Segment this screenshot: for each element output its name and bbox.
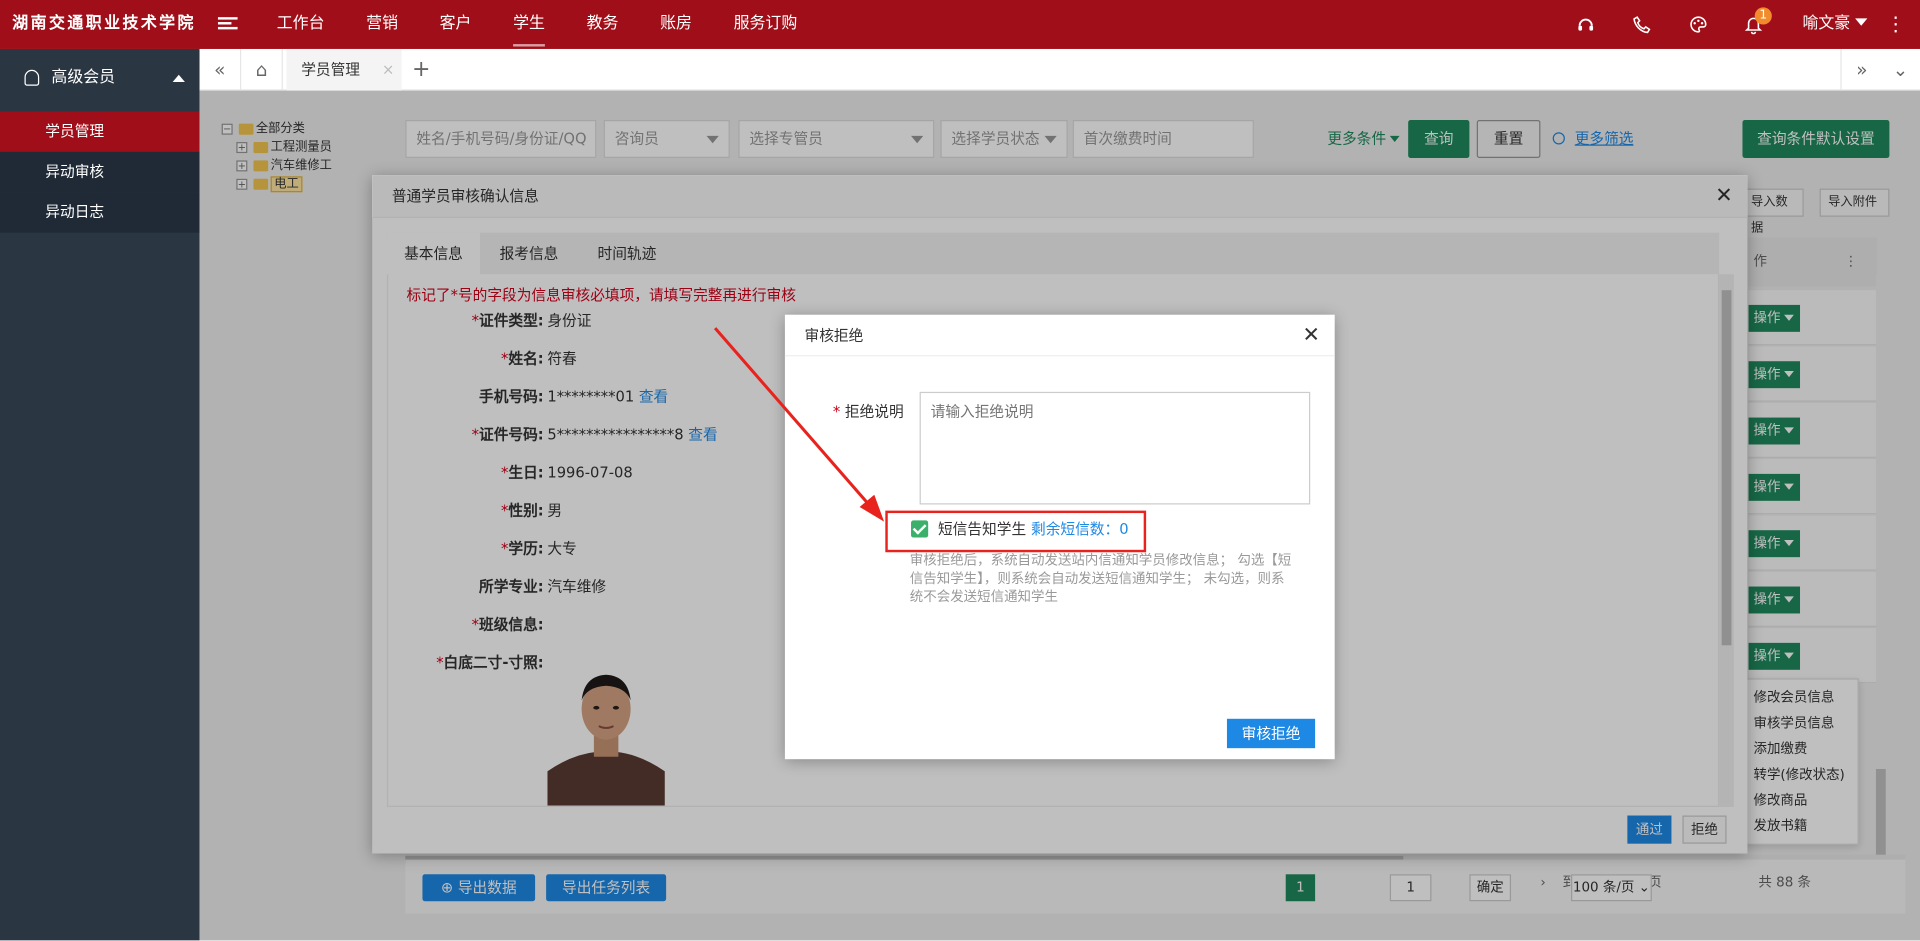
top-navbar: 湖南交通职业技术学院 工作台 营销 客户 学生 教务 账房 服务订购 1 喻文豪… — [0, 0, 1920, 49]
menu-toggle-icon[interactable] — [217, 15, 238, 35]
submit-reject-button[interactable]: 审核拒绝 — [1226, 718, 1316, 749]
close-icon[interactable]: × — [382, 49, 394, 91]
sidebar-item-change-review[interactable]: 异动审核 — [0, 151, 200, 193]
user-icon — [24, 69, 40, 86]
top-nav: 工作台 营销 客户 学生 教务 账房 服务订购 — [277, 0, 839, 49]
reject-hint: 审核拒绝后，系统自动发送站内信通知学员修改信息； 勾选【短信告知学生】，则系统会… — [909, 552, 1292, 605]
nav-accounts[interactable]: 账房 — [660, 0, 692, 49]
sidebar-header[interactable]: 高级会员 — [0, 49, 200, 108]
home-icon[interactable]: ⌂ — [241, 48, 283, 91]
chevron-down-icon[interactable]: ⌄ — [1880, 49, 1920, 91]
close-icon[interactable]: ✕ — [1303, 315, 1320, 357]
phone-icon[interactable] — [1632, 15, 1652, 35]
nav-service-order[interactable]: 服务订购 — [734, 0, 798, 49]
nav-customer[interactable]: 客户 — [440, 0, 472, 49]
tab-label: 学员管理 — [301, 61, 361, 79]
tab-bar: « ⌂ 学员管理 × + » ⌄ — [199, 48, 1920, 91]
modal-header: 审核拒绝 ✕ — [784, 315, 1335, 357]
tab-student-management[interactable]: 学员管理 × — [286, 48, 402, 91]
more-vertical-icon[interactable]: ⋮ — [1886, 0, 1906, 49]
double-chevron-left-icon[interactable]: « — [200, 48, 242, 91]
notification-badge: 1 — [1754, 7, 1772, 25]
chevron-up-icon — [172, 74, 185, 83]
reject-reason-textarea[interactable] — [919, 391, 1311, 505]
nav-academic[interactable]: 教务 — [587, 0, 619, 49]
user-name: 喻文豪 — [1802, 14, 1851, 34]
chevron-down-icon — [1855, 18, 1868, 26]
sidebar-item-student-management[interactable]: 学员管理 — [0, 111, 200, 152]
nav-marketing[interactable]: 营销 — [366, 0, 398, 49]
sidebar: 高级会员 学员管理 异动审核 异动日志 — [0, 48, 200, 941]
plus-icon[interactable]: + — [404, 49, 438, 91]
brand-logo: 湖南交通职业技术学院 — [12, 14, 196, 34]
user-menu[interactable]: 喻文豪 — [1802, 0, 1868, 49]
double-chevron-right-icon[interactable]: » — [1840, 48, 1882, 91]
app-root: 湖南交通职业技术学院 工作台 营销 客户 学生 教务 账房 服务订购 1 喻文豪… — [0, 0, 1920, 941]
nav-student[interactable]: 学生 — [513, 0, 545, 49]
palette-icon[interactable] — [1689, 15, 1709, 35]
highlight-box — [885, 510, 1147, 553]
nav-workbench[interactable]: 工作台 — [277, 0, 325, 49]
modal-title: 审核拒绝 — [804, 326, 864, 345]
sidebar-item-change-log[interactable]: 异动日志 — [0, 192, 200, 233]
headset-icon[interactable] — [1576, 15, 1596, 35]
reject-reason-label: * 拒绝说明 — [832, 402, 904, 421]
sidebar-header-label: 高级会员 — [51, 68, 116, 87]
